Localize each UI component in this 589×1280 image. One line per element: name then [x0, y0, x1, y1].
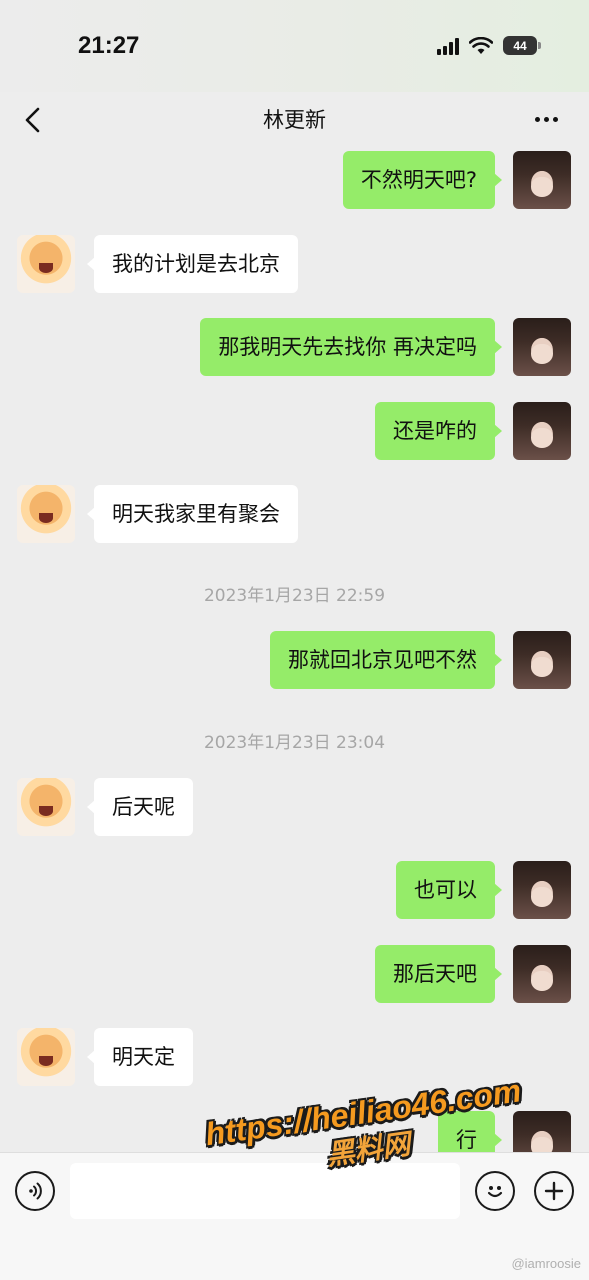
battery-icon: 44 — [503, 36, 541, 55]
more-button[interactable] — [535, 104, 565, 134]
contact-avatar[interactable] — [17, 778, 75, 836]
status-bar: 21:27 44 — [0, 0, 589, 92]
plus-icon — [544, 1181, 564, 1201]
contact-avatar[interactable] — [17, 1028, 75, 1086]
message-bubble-sent[interactable]: 那后天吧 — [375, 945, 502, 1003]
message-bubble-sent[interactable]: 那就回北京见吧不然 — [270, 631, 502, 689]
voice-icon — [29, 1182, 42, 1200]
message-timestamp: 2023年1月23日 22:59 — [203, 586, 386, 606]
message-input[interactable] — [70, 1163, 460, 1219]
credit-text: @iamroosie — [511, 1256, 581, 1271]
my-avatar[interactable] — [513, 945, 571, 1003]
emoji-button[interactable] — [475, 1171, 515, 1211]
my-avatar[interactable] — [513, 151, 571, 209]
message-bubble-received[interactable]: 后天呢 — [87, 778, 193, 836]
message-bubble-received[interactable]: 明天定 — [87, 1028, 193, 1086]
wifi-icon — [469, 36, 493, 54]
my-avatar[interactable] — [513, 402, 571, 460]
my-avatar[interactable] — [513, 631, 571, 689]
contact-avatar[interactable] — [17, 485, 75, 543]
message-bubble-sent[interactable]: 还是咋的 — [375, 402, 502, 460]
message-bubble-sent[interactable]: 不然明天吧? — [342, 151, 503, 209]
message-bubble-received[interactable]: 我的计划是去北京 — [87, 235, 298, 293]
plus-button[interactable] — [534, 1171, 574, 1211]
message-bubble-sent[interactable]: 那我明天先去找你 再决定吗 — [200, 318, 502, 376]
message-timestamp: 2023年1月23日 23:04 — [203, 733, 386, 753]
message-list[interactable]: 不然明天吧? 我的计划是去北京 那我明天先去找你 再决定吗 还是咋的 明天我家里… — [0, 148, 589, 1152]
my-avatar[interactable] — [513, 318, 571, 376]
contact-avatar[interactable] — [17, 235, 75, 293]
chat-header: 林更新 — [0, 92, 589, 148]
message-bubble-sent[interactable]: 也可以 — [396, 861, 502, 919]
my-avatar[interactable] — [513, 1111, 571, 1152]
more-icon — [535, 116, 540, 122]
emoji-icon — [487, 1186, 503, 1198]
status-icons: 44 — [437, 36, 541, 55]
voice-button[interactable] — [15, 1171, 55, 1211]
battery-level: 44 — [513, 38, 527, 53]
signal-icon — [437, 37, 459, 55]
my-avatar[interactable] — [513, 861, 571, 919]
chat-title: 林更新 — [263, 108, 326, 132]
message-bubble-sent[interactable]: 行 — [438, 1111, 502, 1152]
status-time: 21:27 — [78, 32, 140, 59]
message-bubble-received[interactable]: 明天我家里有聚会 — [87, 485, 298, 543]
input-bar — [0, 1152, 589, 1280]
